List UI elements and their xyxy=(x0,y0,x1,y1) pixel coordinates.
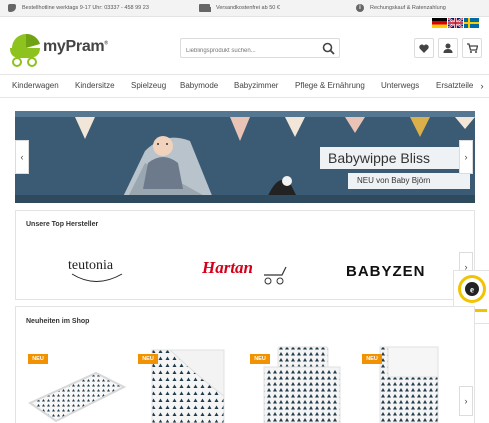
slider-prev-button[interactable]: ‹ xyxy=(15,140,29,174)
hartan-logo-text: Hartan xyxy=(202,258,253,277)
product-card[interactable]: NEU xyxy=(128,343,238,423)
cart-button[interactable] xyxy=(462,38,482,58)
language-selector xyxy=(432,18,479,28)
nav-item-kinderwagen[interactable]: Kinderwagen xyxy=(12,81,59,90)
teutonia-logo-text: teutonia xyxy=(68,258,114,273)
nav-item-spielzeug[interactable]: Spielzeug xyxy=(131,81,166,90)
products-next-button[interactable]: › xyxy=(459,386,473,416)
search-icon[interactable] xyxy=(322,42,335,55)
flag-de-icon[interactable] xyxy=(432,18,447,28)
chevron-left-icon: ‹ xyxy=(20,152,24,162)
babyzen-logo: BABYZEN xyxy=(346,263,426,280)
nav-more-button[interactable]: › xyxy=(475,75,489,97)
nav-item-babyzimmer[interactable]: Babyzimmer xyxy=(234,81,278,90)
chevron-right-icon: › xyxy=(480,81,484,91)
page: Bestellhotline werktags 9-17 Uhr: 03337 … xyxy=(0,0,489,423)
new-products-title: Neuheiten im Shop xyxy=(26,318,90,325)
new-badge: NEU xyxy=(250,354,270,364)
account-button[interactable] xyxy=(438,38,458,58)
new-badge: NEU xyxy=(362,354,382,364)
product-card[interactable]: NEU xyxy=(18,343,128,423)
nav-item-ersatzteile[interactable]: Ersatzteile xyxy=(436,81,473,90)
search-input[interactable] xyxy=(181,42,311,60)
cart-icon xyxy=(466,43,478,53)
nav-item-kindersitze[interactable]: Kindersitze xyxy=(75,81,115,90)
slider-title: Babywippe Bliss xyxy=(320,147,470,169)
new-badge: NEU xyxy=(28,354,48,364)
logo-wordmark: myPram xyxy=(43,38,105,55)
chevron-right-icon: › xyxy=(464,152,468,162)
chevron-right-icon: › xyxy=(464,396,468,406)
svg-text:e: e xyxy=(470,285,474,295)
main-navigation: Kinderwagen Kindersitze Spielzeug Babymo… xyxy=(0,74,489,98)
info-bar: Bestellhotline werktags 9-17 Uhr: 03337 … xyxy=(0,0,489,17)
trusted-shops-seal-icon: e xyxy=(457,275,486,303)
flag-se-icon[interactable] xyxy=(464,18,479,28)
product-image-changing-mat xyxy=(27,371,126,423)
search-box xyxy=(180,38,340,60)
phone-icon xyxy=(8,4,16,12)
product-card[interactable]: NEU xyxy=(240,343,350,423)
product-image-quilt xyxy=(151,349,225,423)
truck-icon xyxy=(199,4,211,12)
hotline-info: Bestellhotline werktags 9-17 Uhr: 03337 … xyxy=(8,4,149,12)
payment-text: Rechungskauf & Ratenzahlung xyxy=(370,5,446,11)
info-icon: i xyxy=(356,4,364,12)
new-badge: NEU xyxy=(138,354,158,364)
shipping-text: Versandkostenfrei ab 50 € xyxy=(216,5,280,11)
user-icon xyxy=(443,43,453,53)
babyzen-logo-text: BABYZEN xyxy=(346,263,426,280)
hero-slider[interactable]: Babywippe Bliss NEU von Baby Björn xyxy=(15,111,475,203)
wishlist-button[interactable] xyxy=(414,38,434,58)
hotline-text: Bestellhotline werktags 9-17 Uhr: 03337 … xyxy=(22,5,149,11)
nav-item-unterwegs[interactable]: Unterwegs xyxy=(381,81,419,90)
flag-uk-icon[interactable] xyxy=(448,18,463,28)
product-image-sleeping-bag xyxy=(379,346,439,423)
logo-text: myPram® xyxy=(43,38,108,56)
brand-teutonia[interactable]: teutonia xyxy=(66,249,128,290)
heart-icon xyxy=(419,44,429,53)
logo[interactable]: myPram® xyxy=(8,30,108,68)
manufacturers-title: Unsere Top Hersteller xyxy=(26,221,99,228)
nav-item-babymode[interactable]: Babymode xyxy=(180,81,218,90)
manufacturers-panel: Unsere Top Hersteller teutonia Hartan BA… xyxy=(15,210,475,300)
payment-info: i Rechungskauf & Ratenzahlung xyxy=(356,4,446,12)
registered-mark: ® xyxy=(104,40,108,47)
teutonia-logo: teutonia xyxy=(68,258,123,282)
slider-subtitle: NEU von Baby Björn xyxy=(348,173,470,189)
product-card[interactable]: NEU xyxy=(352,343,462,423)
hartan-logo: Hartan xyxy=(201,258,287,285)
pram-logo-icon xyxy=(10,33,40,67)
brand-babyzen[interactable]: BABYZEN xyxy=(346,259,436,286)
brand-hartan[interactable]: Hartan xyxy=(201,253,292,292)
slider-next-button[interactable]: › xyxy=(459,140,473,174)
shipping-info: Versandkostenfrei ab 50 € xyxy=(199,4,280,12)
nav-item-pflege[interactable]: Pflege & Ernährung xyxy=(295,81,365,90)
product-image-bedding-set xyxy=(263,346,341,423)
